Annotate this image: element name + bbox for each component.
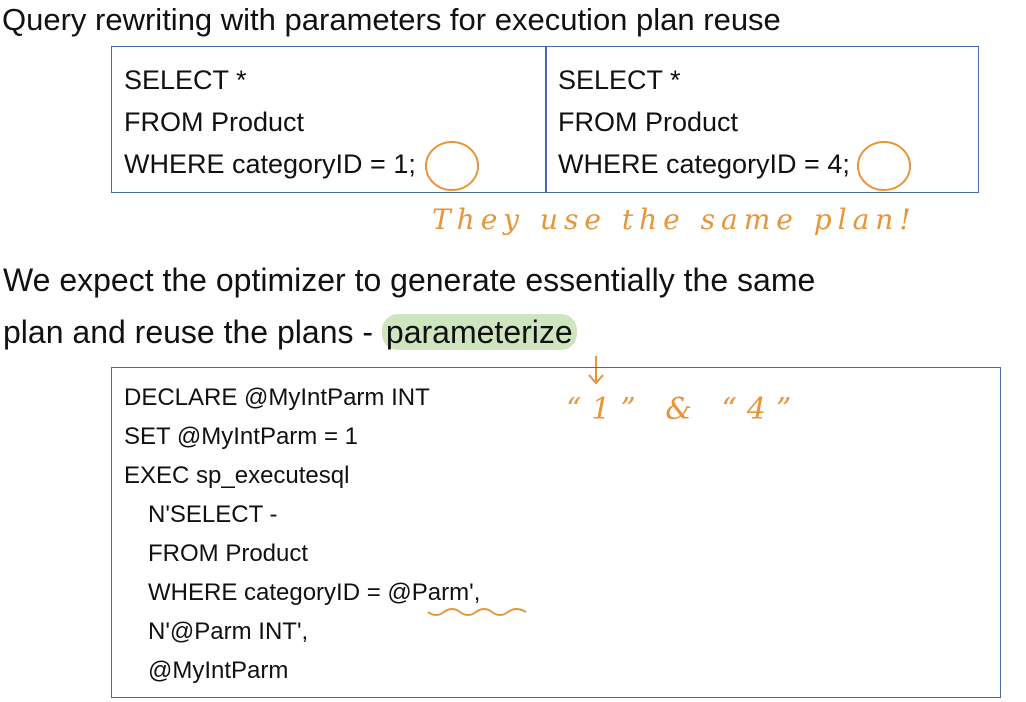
paragraph-text: plan and reuse the plans - [3, 314, 382, 350]
code-line: N'@Parm INT', [148, 618, 309, 645]
code-text: , [473, 579, 481, 606]
annotation-same-plan: They use the same plan! [432, 203, 917, 236]
code-line: @MyIntParm [148, 657, 289, 684]
code-line: EXEC sp_executesql [124, 462, 350, 489]
code-line: FROM Product [148, 540, 309, 567]
parameter-token: @Parm' [387, 579, 474, 606]
code-block: DECLARE @MyIntParm INT SET @MyIntParm = … [124, 378, 480, 690]
circle-value-1 [425, 141, 479, 191]
code-line: DECLARE @MyIntParm INT [124, 384, 430, 411]
code-text: WHERE categoryID = [148, 579, 388, 606]
paragraph-line: We expect the optimizer to generate esse… [3, 262, 816, 298]
code-line: SET @MyIntParm = 1 [124, 423, 358, 450]
highlighted-term: parameterize [381, 314, 577, 350]
code-line: WHERE categoryID = @Parm', [124, 573, 480, 612]
circle-value-4 [857, 141, 911, 191]
parameterized-code-box: DECLARE @MyIntParm INT SET @MyIntParm = … [111, 367, 1001, 698]
code-line: N'SELECT - [148, 501, 278, 528]
paragraph-line: plan and reuse the plans - parameterize [3, 314, 577, 351]
